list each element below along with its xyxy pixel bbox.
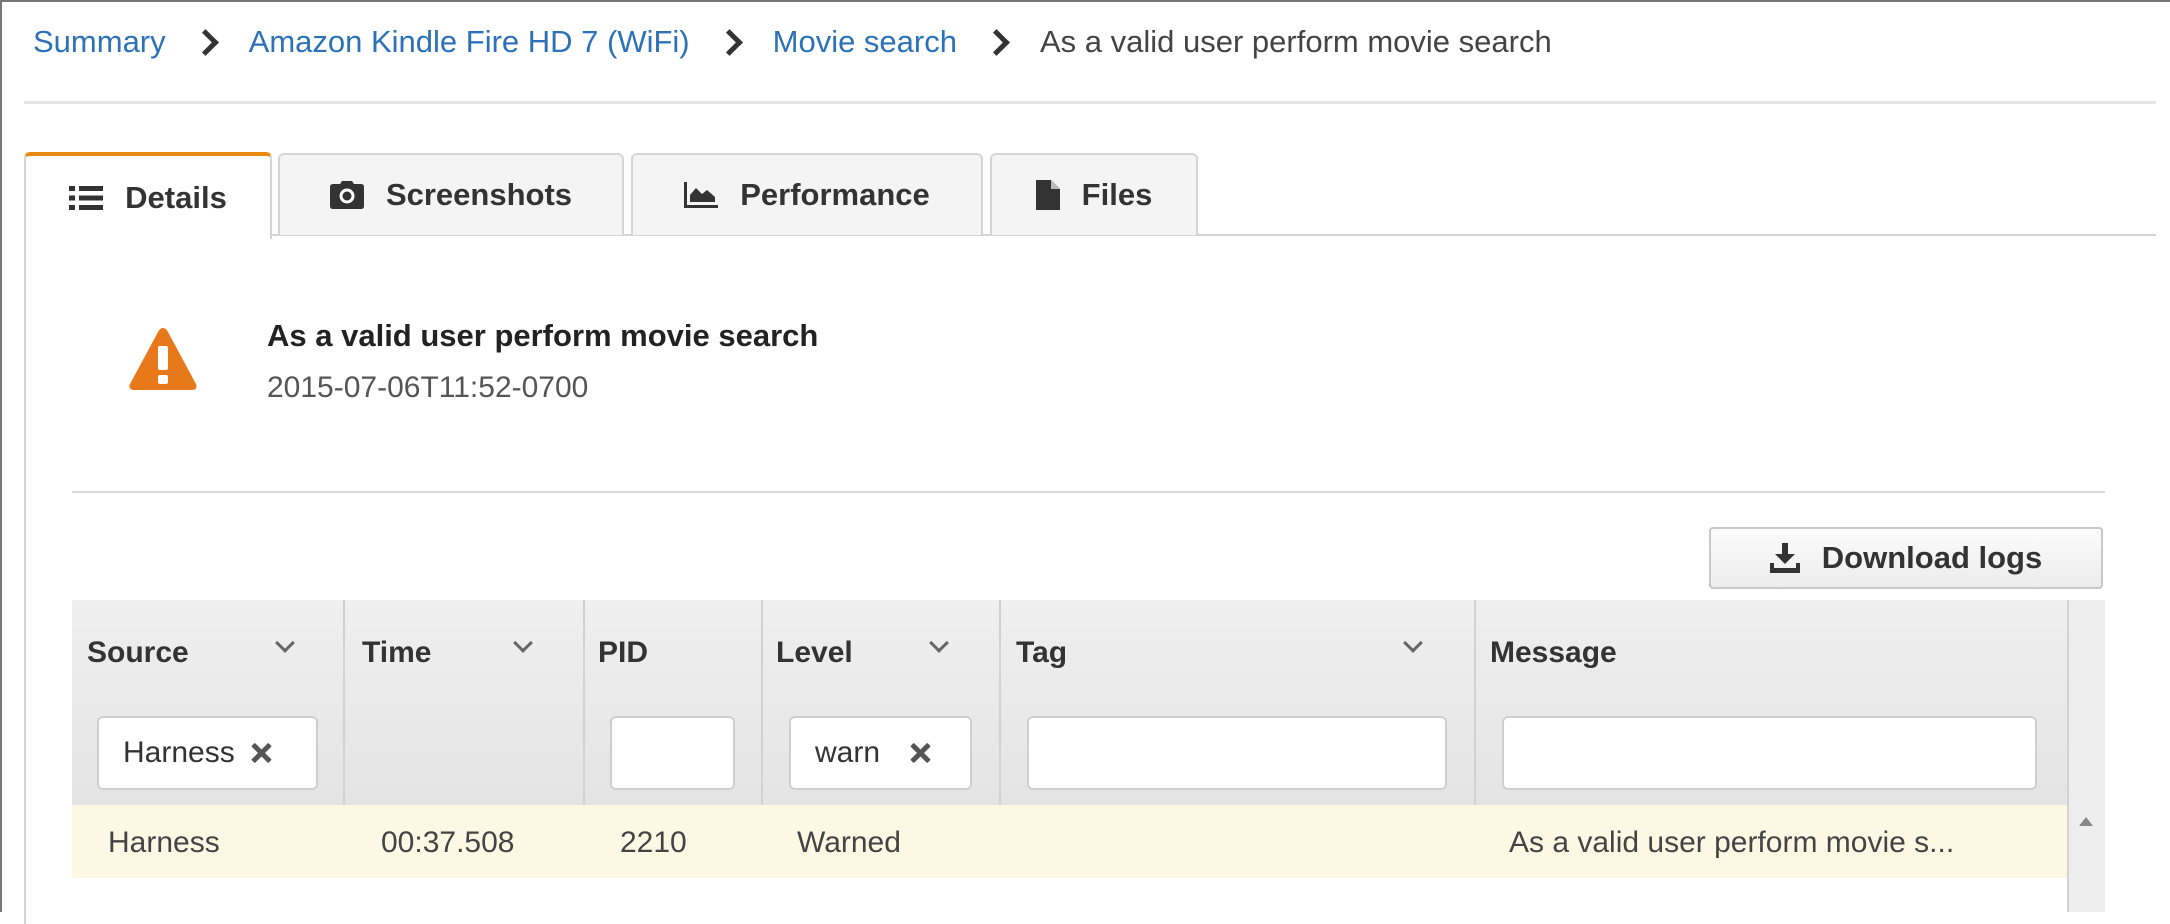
column-separator [761, 600, 763, 805]
area-chart-icon [684, 182, 719, 208]
column-header-source[interactable]: Source [87, 636, 189, 670]
column-separator [583, 600, 585, 805]
breadcrumb-suite[interactable]: Movie search [773, 24, 957, 60]
clear-icon[interactable] [908, 741, 932, 765]
clear-icon[interactable] [249, 741, 273, 765]
cell-time: 00:37.508 [381, 826, 515, 859]
download-logs-button[interactable]: Download logs [1709, 527, 2103, 589]
source-filter[interactable]: Harness [97, 716, 318, 790]
column-header-tag[interactable]: Tag [1016, 636, 1067, 670]
tab-files[interactable]: Files [990, 153, 1198, 235]
tab-label: Screenshots [385, 177, 573, 212]
column-separator [999, 600, 1001, 805]
chevron-right-icon [191, 28, 219, 56]
message-filter-input[interactable] [1502, 716, 2037, 790]
test-timestamp: 2015-07-06T11:52-0700 [267, 371, 589, 404]
download-logs-label: Download logs [1821, 540, 2043, 575]
source-filter-value: Harness [123, 736, 235, 769]
vertical-scrollbar[interactable] [2067, 600, 2105, 912]
column-header-pid[interactable]: PID [598, 636, 648, 670]
cell-message: As a valid user perform movie s... [1509, 826, 1955, 859]
camera-icon [329, 181, 364, 209]
tag-filter-input[interactable] [1027, 716, 1447, 790]
list-icon [69, 185, 104, 210]
tab-details[interactable]: Details [24, 152, 272, 239]
scroll-up-arrow-icon[interactable] [2079, 817, 2093, 826]
tab-label: Performance [740, 177, 930, 212]
tab-label: Files [1081, 177, 1153, 212]
cell-pid: 2210 [620, 826, 687, 859]
tab-label: Details [125, 179, 227, 215]
file-icon [1035, 180, 1060, 210]
level-filter-value: warn [815, 736, 881, 769]
column-header-time[interactable]: Time [362, 636, 431, 670]
column-separator [1474, 600, 1476, 805]
tab-performance[interactable]: Performance [631, 153, 983, 235]
level-filter[interactable]: warn [789, 716, 972, 790]
breadcrumb: Summary Amazon Kindle Fire HD 7 (WiFi) M… [33, 22, 1552, 62]
chevron-right-icon [715, 28, 743, 56]
breadcrumb-current: As a valid user perform movie search [1039, 24, 1552, 59]
test-title: As a valid user perform movie search [267, 318, 819, 353]
column-header-message[interactable]: Message [1490, 636, 1617, 670]
tab-screenshots[interactable]: Screenshots [278, 153, 624, 235]
column-separator [343, 600, 345, 805]
download-icon [1769, 543, 1800, 573]
breadcrumb-summary[interactable]: Summary [33, 24, 166, 60]
breadcrumb-device[interactable]: Amazon Kindle Fire HD 7 (WiFi) [249, 24, 690, 60]
cell-source: Harness [108, 826, 220, 859]
warning-icon [128, 326, 198, 397]
chevron-right-icon [983, 28, 1010, 56]
section-divider [72, 491, 2105, 493]
pid-filter-input[interactable] [610, 716, 735, 790]
column-header-level[interactable]: Level [776, 636, 853, 670]
cell-level: Warned [797, 826, 901, 859]
breadcrumb-divider [24, 101, 2156, 104]
